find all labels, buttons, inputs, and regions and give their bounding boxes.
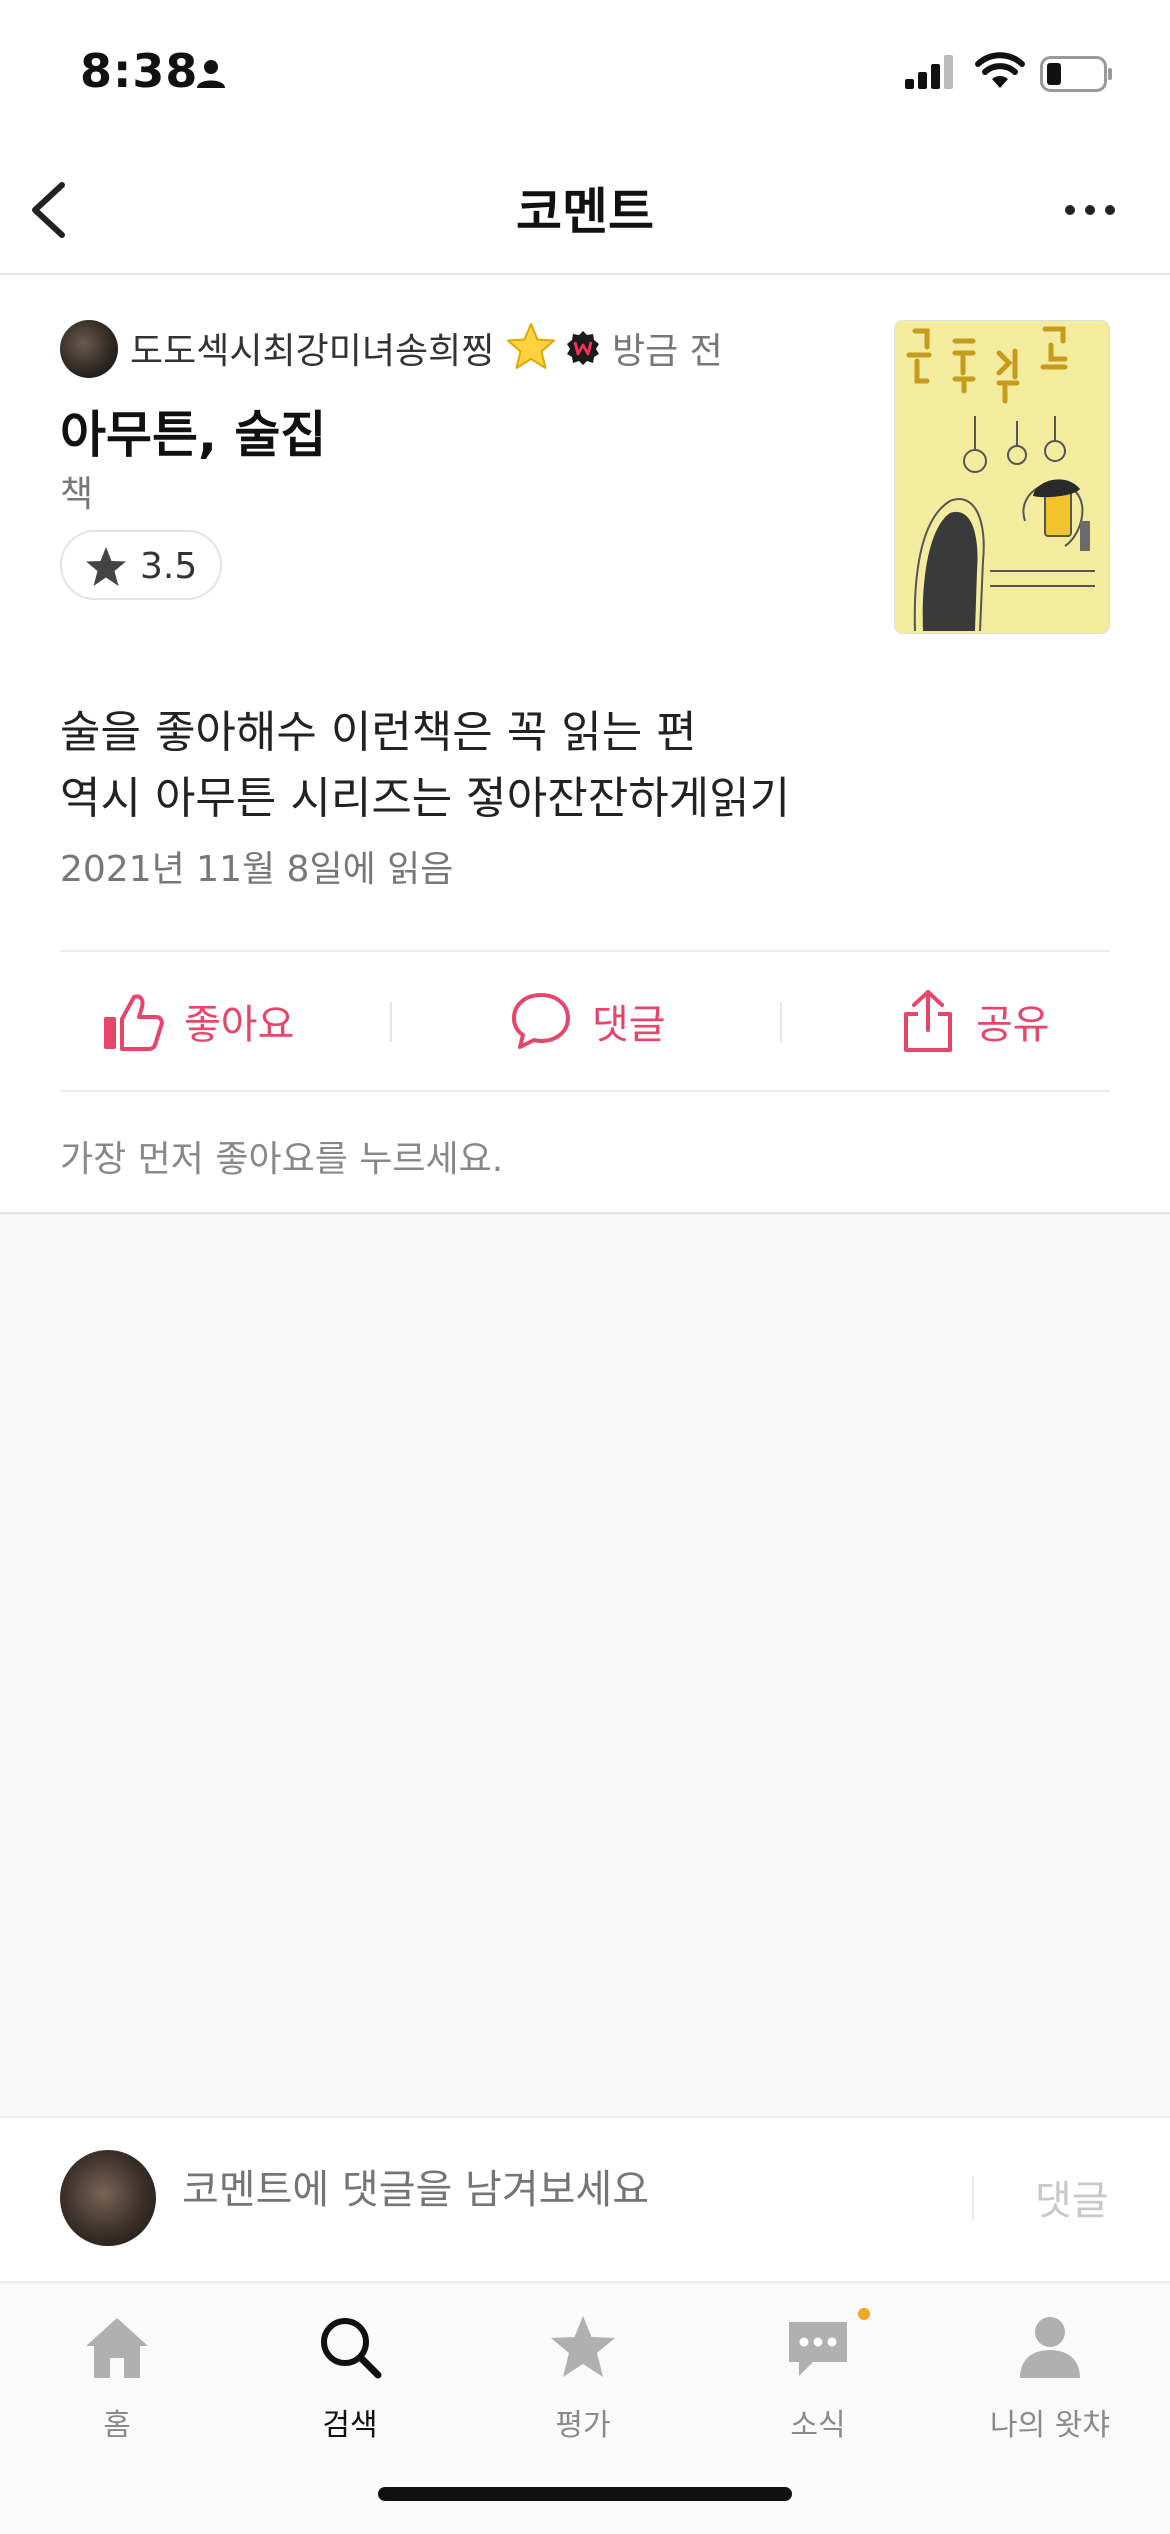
- book-title[interactable]: 아무튼, 술집: [60, 395, 326, 467]
- action-separator: [390, 1002, 392, 1042]
- comment-button[interactable]: 댓글: [510, 952, 666, 1090]
- tab-label: 검색: [322, 2408, 378, 2443]
- like-label: 좋아요: [184, 1002, 295, 1048]
- author-avatar[interactable]: [60, 320, 118, 378]
- rating-badge: 3.5: [60, 530, 222, 600]
- reply-input[interactable]: [180, 2166, 934, 2214]
- time-ago: 방금 전: [612, 331, 723, 372]
- navigation-bar: 코멘트: [0, 150, 1170, 275]
- share-label: 공유: [976, 1002, 1050, 1048]
- my-avatar: [60, 2150, 156, 2246]
- share-button[interactable]: 공유: [900, 952, 1050, 1090]
- action-bar: 좋아요 댓글 공유: [60, 952, 1110, 1090]
- tab-label: 소식: [790, 2408, 846, 2443]
- book-cover-art: [895, 321, 1109, 633]
- tab-my-watcha[interactable]: 나의 왓챠: [970, 2308, 1130, 2444]
- chat-icon: [789, 2322, 847, 2376]
- comment-body-line: 술을 좋아해수 이런책은 꼭 읽는 편: [60, 707, 697, 758]
- page-title: 코멘트: [516, 183, 654, 241]
- person-icon: [1020, 2317, 1080, 2378]
- search-icon: [321, 2318, 382, 2379]
- book-cover-image[interactable]: [895, 321, 1109, 633]
- tab-news[interactable]: 소식: [738, 2308, 898, 2444]
- home-icon: [86, 2318, 148, 2378]
- comment-body: 술을 좋아해수 이런책은 꼭 읽는 편 역시 아무튼 시리즈는 젛아잔잔하게읽기: [60, 700, 790, 832]
- tab-home[interactable]: 홈: [37, 2308, 197, 2444]
- wifi-icon: [975, 52, 1025, 88]
- status-bar: 8:38: [0, 0, 1170, 150]
- reply-submit-button[interactable]: 댓글: [1035, 2168, 1109, 2226]
- battery-icon: [1040, 56, 1112, 92]
- home-indicator: [378, 2487, 792, 2501]
- rating-star-icon: [86, 547, 126, 586]
- thumbs-up-icon: [104, 994, 164, 1051]
- like-button[interactable]: 좋아요: [100, 952, 294, 1090]
- rating-value: 3.5: [140, 546, 198, 587]
- star-emoji-icon: [507, 323, 555, 369]
- replies-area: [0, 1214, 1170, 2116]
- reply-separator: [972, 2176, 974, 2220]
- action-separator: [780, 1002, 782, 1042]
- comment-body-line: 역시 아무튼 시리즈는 젛아잔잔하게읽기: [60, 773, 791, 824]
- star-icon: [551, 2316, 615, 2377]
- person-status-icon: [197, 60, 225, 88]
- share-icon: [904, 990, 952, 1052]
- watcha-badge-icon: [567, 331, 599, 365]
- divider: [60, 1090, 1110, 1092]
- reply-input-bar: 댓글: [0, 2116, 1170, 2283]
- read-date: 2021년 11월 8일에 읽음: [60, 849, 454, 890]
- author-name[interactable]: 도도섹시최강미녀송희찡: [130, 322, 494, 374]
- comment-card: 도도섹시최강미녀송희찡 방금 전 아무튼, 술집 책 3.5 술을 좋아해수 이…: [0, 275, 1170, 1214]
- first-like-hint: 가장 먼저 좋아요를 누르세요.: [60, 1139, 504, 1180]
- notification-dot: [858, 2308, 870, 2320]
- tab-label: 평가: [555, 2408, 611, 2443]
- speech-bubble-icon: [512, 993, 570, 1049]
- more-options-icon[interactable]: [1060, 190, 1120, 230]
- cellular-signal-icon: [905, 55, 953, 89]
- tab-label: 나의 왓챠: [990, 2408, 1110, 2443]
- content-category: 책: [60, 474, 94, 515]
- tab-search[interactable]: 검색: [270, 2308, 430, 2444]
- status-time: 8:38: [80, 44, 199, 98]
- comment-label: 댓글: [592, 1002, 666, 1048]
- tab-label: 홈: [103, 2408, 131, 2443]
- tab-rate[interactable]: 평가: [503, 2308, 663, 2444]
